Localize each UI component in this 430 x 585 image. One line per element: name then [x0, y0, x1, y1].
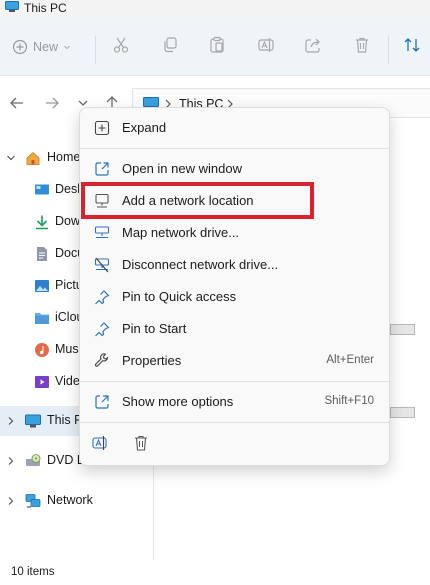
copy-icon — [164, 37, 177, 53]
keyboard-shortcut: Alt+Enter — [326, 354, 374, 366]
delete-icon — [135, 435, 147, 451]
desktop-folder-icon — [35, 184, 49, 195]
forward-button[interactable] — [44, 95, 62, 113]
context-menu: Expand Open in new window Add a network … — [79, 107, 390, 466]
downloads-icon — [36, 215, 48, 230]
new-button-label: New — [33, 40, 59, 54]
menu-item-disconnect-network-drive[interactable]: Disconnect network drive... — [85, 250, 384, 280]
this-pc-icon — [5, 1, 19, 12]
menu-item-label: Pin to Start — [122, 321, 187, 336]
share-icon — [305, 38, 320, 53]
music-icon — [35, 343, 49, 357]
pictures-icon — [35, 280, 49, 292]
chevron-right-icon — [8, 417, 14, 425]
sidebar-item-network[interactable]: Network — [0, 486, 154, 516]
window-title: This PC — [24, 1, 67, 15]
menu-item-pin-quick-access[interactable]: Pin to Quick access — [85, 282, 384, 312]
menu-item-label: Pin to Quick access — [122, 289, 237, 304]
sort-button[interactable] — [397, 30, 427, 60]
status-bar: 10 items — [0, 560, 430, 585]
command-separator — [388, 36, 389, 64]
paste-button[interactable] — [202, 30, 232, 60]
icloud-folder-icon — [35, 313, 49, 324]
chevron-down-icon — [64, 45, 70, 50]
home-icon — [26, 151, 40, 165]
back-button[interactable] — [9, 95, 27, 113]
map-network-drive-icon — [94, 226, 110, 239]
sidebar-item-label: Dow — [55, 214, 81, 228]
command-separator — [95, 36, 96, 64]
highlight-annotation — [81, 182, 314, 219]
copy-button[interactable] — [155, 30, 185, 60]
menu-item-label: Disconnect network drive... — [122, 257, 279, 272]
rename-button[interactable] — [251, 30, 281, 60]
delete-button[interactable] — [347, 30, 377, 60]
open-new-window-icon — [95, 162, 109, 176]
menu-item-expand[interactable]: Expand — [85, 113, 384, 143]
menu-item-map-network-drive[interactable]: Map network drive... — [85, 218, 384, 248]
arrow-left-icon — [10, 97, 23, 109]
rename-button[interactable] — [91, 434, 115, 458]
command-bar: New — [0, 18, 430, 76]
expand-icon — [94, 120, 110, 136]
item-count: 10 items — [11, 566, 55, 578]
sort-icon — [404, 38, 420, 52]
menu-item-label: Open in new window — [122, 161, 242, 176]
rename-icon — [92, 436, 107, 450]
paste-icon — [210, 36, 224, 53]
menu-item-label: Show more options — [122, 394, 234, 409]
dvd-drive-icon — [26, 454, 41, 466]
sidebar-item-label: This P — [47, 413, 83, 427]
title-bar: This PC — [0, 0, 430, 18]
cut-icon — [113, 37, 129, 53]
sidebar-item-label: Network — [47, 493, 93, 507]
properties-icon — [94, 353, 109, 367]
sidebar-item-label: Home — [47, 150, 81, 164]
keyboard-shortcut: Shift+F10 — [324, 395, 374, 407]
menu-item-label: Map network drive... — [122, 225, 240, 240]
videos-icon — [35, 376, 49, 388]
arrow-right-icon — [46, 97, 59, 109]
menu-item-properties[interactable]: Properties Alt+Enter — [85, 346, 384, 376]
menu-item-open-new-window[interactable]: Open in new window — [85, 154, 384, 184]
chevron-down-icon — [7, 155, 15, 161]
this-pc-icon — [25, 414, 41, 428]
menu-item-pin-start[interactable]: Pin to Start — [85, 314, 384, 344]
drive-usage-bar — [390, 324, 415, 335]
show-more-options-icon — [95, 395, 109, 409]
menu-item-show-more-options[interactable]: Show more options Shift+F10 — [85, 387, 384, 417]
menu-separator — [80, 422, 389, 423]
pin-icon — [95, 290, 110, 305]
documents-icon — [37, 247, 47, 261]
sidebar-item-label: Musi — [55, 342, 82, 356]
cut-button[interactable] — [106, 30, 136, 60]
drive-usage-bar — [390, 407, 415, 418]
new-button[interactable]: New — [12, 36, 71, 58]
menu-item-label: Expand — [122, 120, 167, 135]
pin-icon — [95, 322, 110, 337]
menu-separator — [80, 381, 389, 382]
delete-button[interactable] — [132, 434, 156, 458]
chevron-right-icon — [8, 457, 14, 465]
add-icon — [12, 39, 28, 55]
share-button[interactable] — [298, 30, 328, 60]
network-icon — [25, 494, 41, 508]
menu-separator — [80, 148, 389, 149]
sidebar-item-label: Vide — [55, 374, 80, 388]
menu-item-label: Properties — [122, 353, 182, 368]
delete-icon — [356, 37, 368, 53]
chevron-right-icon — [8, 497, 14, 505]
disconnect-drive-icon — [94, 257, 110, 273]
rename-icon — [258, 38, 274, 52]
